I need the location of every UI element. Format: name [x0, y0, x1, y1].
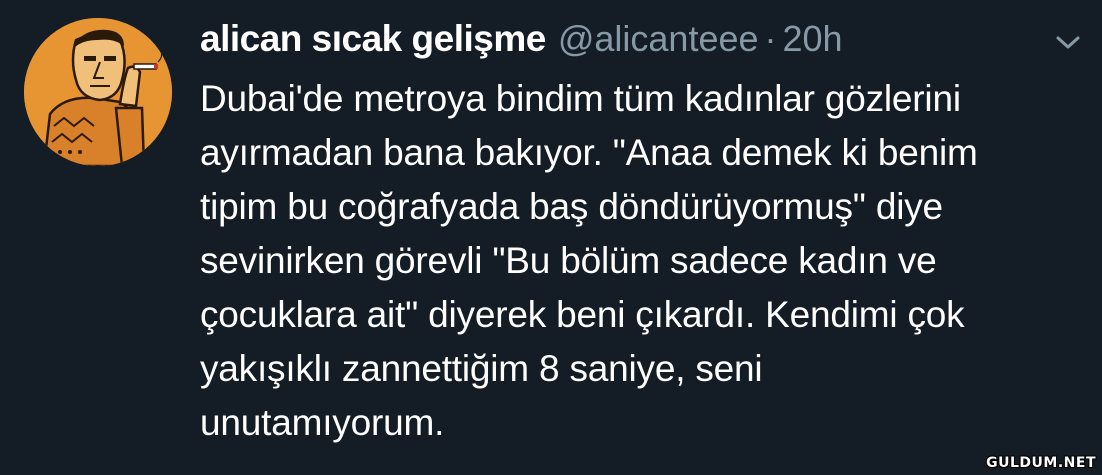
- chevron-down-icon[interactable]: [1050, 30, 1086, 54]
- tweet-text: Dubai'de metroya bindim tüm kadınlar göz…: [200, 78, 978, 443]
- cartoon-man-avatar-icon: [24, 18, 172, 166]
- display-name[interactable]: alican sıcak gelişme: [200, 18, 546, 60]
- tweet-header: alican sıcak gelişme @alicanteee · 20h: [200, 18, 843, 68]
- separator-dot: ·: [764, 18, 777, 59]
- avatar[interactable]: [24, 18, 172, 166]
- tweet-card: alican sıcak gelişme @alicanteee · 20h D…: [0, 0, 1102, 475]
- user-handle[interactable]: @alicanteee: [558, 18, 759, 60]
- watermark: GULDUM.NET: [986, 455, 1096, 471]
- timestamp[interactable]: 20h: [783, 18, 843, 60]
